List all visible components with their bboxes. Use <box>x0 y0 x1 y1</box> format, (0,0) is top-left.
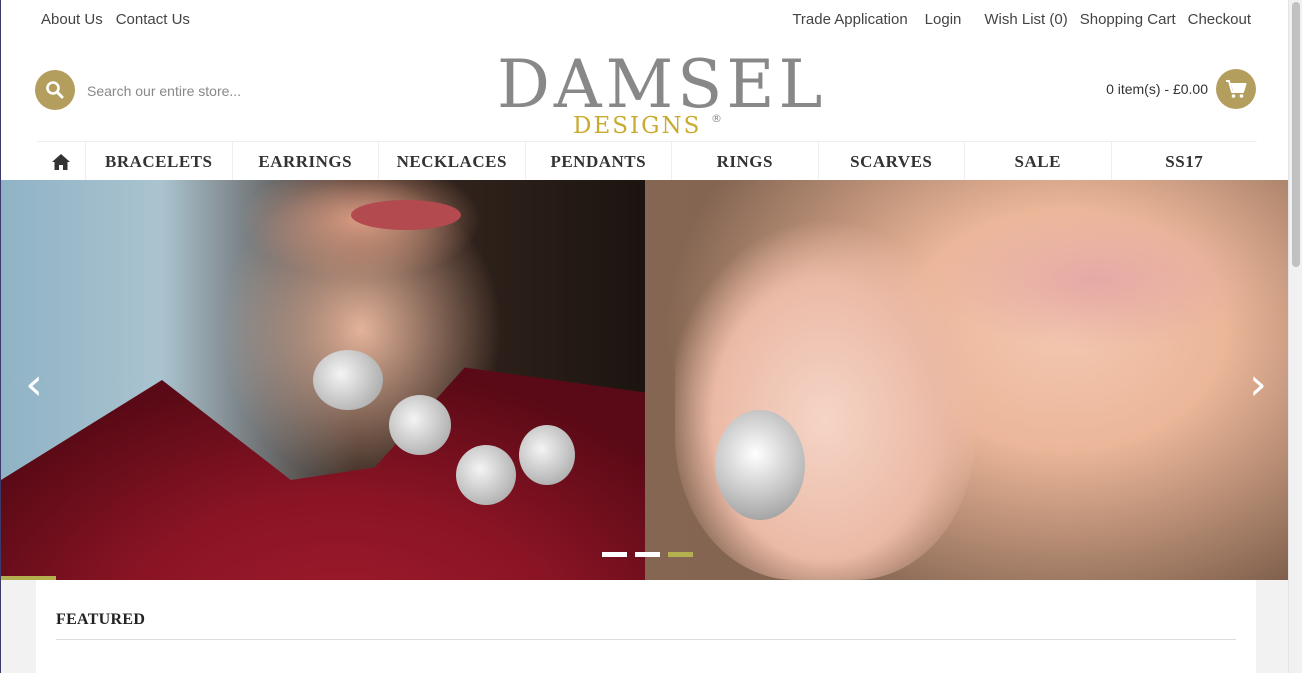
about-us-link[interactable]: About Us <box>41 11 103 28</box>
cart-summary[interactable]: 0 item(s) - £0.00 <box>1106 81 1208 97</box>
cart-button[interactable] <box>1216 69 1256 109</box>
ring <box>715 410 805 520</box>
slider-prev-arrow[interactable]: ‹ <box>19 359 49 410</box>
scrollbar-thumb[interactable] <box>1292 2 1300 267</box>
page: About Us Contact Us Trade Application Lo… <box>0 0 1289 673</box>
logo-main-text: DAMSEL <box>497 46 827 123</box>
top-bar: About Us Contact Us Trade Application Lo… <box>1 0 1289 40</box>
slide-image-ring <box>645 180 1289 580</box>
slider-dot-1[interactable] <box>602 552 627 557</box>
nav-item-sale[interactable]: SALE <box>965 142 1112 181</box>
checkout-link[interactable]: Checkout <box>1188 11 1251 28</box>
slider-dot-2[interactable] <box>635 552 660 557</box>
featured-section: FEATURED <box>36 580 1256 673</box>
login-link[interactable]: Login <box>925 11 962 28</box>
main-nav: BRACELETS EARRINGS NECKLACES PENDANTS RI… <box>37 141 1257 181</box>
trade-application-link[interactable]: Trade Application <box>792 11 907 28</box>
slider-dots <box>602 552 693 557</box>
cart-icon <box>1226 80 1247 98</box>
wish-list-link[interactable]: Wish List (0) <box>984 11 1067 28</box>
shopping-cart-link[interactable]: Shopping Cart <box>1080 11 1176 28</box>
nav-item-necklaces[interactable]: NECKLACES <box>379 142 526 181</box>
content-gutter-right <box>1256 580 1289 673</box>
top-links-right: Trade Application Login Wish List (0) Sh… <box>780 11 1251 28</box>
nav-item-scarves[interactable]: SCARVES <box>819 142 965 181</box>
featured-title: FEATURED <box>56 611 146 628</box>
nav-item-pendants[interactable]: PENDANTS <box>526 142 672 181</box>
home-icon <box>52 153 70 170</box>
hero-slider[interactable]: ‹ › <box>1 180 1289 580</box>
search-input[interactable] <box>85 78 419 104</box>
slider-next-arrow[interactable]: › <box>1243 359 1273 410</box>
hand <box>675 220 975 580</box>
slider-dot-3[interactable] <box>668 552 693 557</box>
nav-item-ss17[interactable]: SS17 <box>1112 142 1258 181</box>
nav-item-earrings[interactable]: EARRINGS <box>233 142 379 181</box>
contact-us-link[interactable]: Contact Us <box>116 11 190 28</box>
nav-home[interactable] <box>37 142 86 181</box>
logo[interactable]: DAMSEL DESIGNS ® <box>497 50 822 142</box>
model-lips <box>351 200 461 230</box>
featured-divider <box>56 639 1236 640</box>
logo-registered-mark: ® <box>711 112 722 125</box>
logo-sub-text: DESIGNS <box>573 113 702 139</box>
search-icon <box>46 81 64 99</box>
top-links-left: About Us Contact Us <box>41 11 190 28</box>
page-scrollbar[interactable] <box>1288 0 1302 673</box>
nav-item-bracelets[interactable]: BRACELETS <box>86 142 233 181</box>
nav-item-rings[interactable]: RINGS <box>672 142 819 181</box>
search-button[interactable] <box>35 70 75 110</box>
content-gutter-left <box>1 580 36 673</box>
slide-image-necklace <box>1 180 645 580</box>
